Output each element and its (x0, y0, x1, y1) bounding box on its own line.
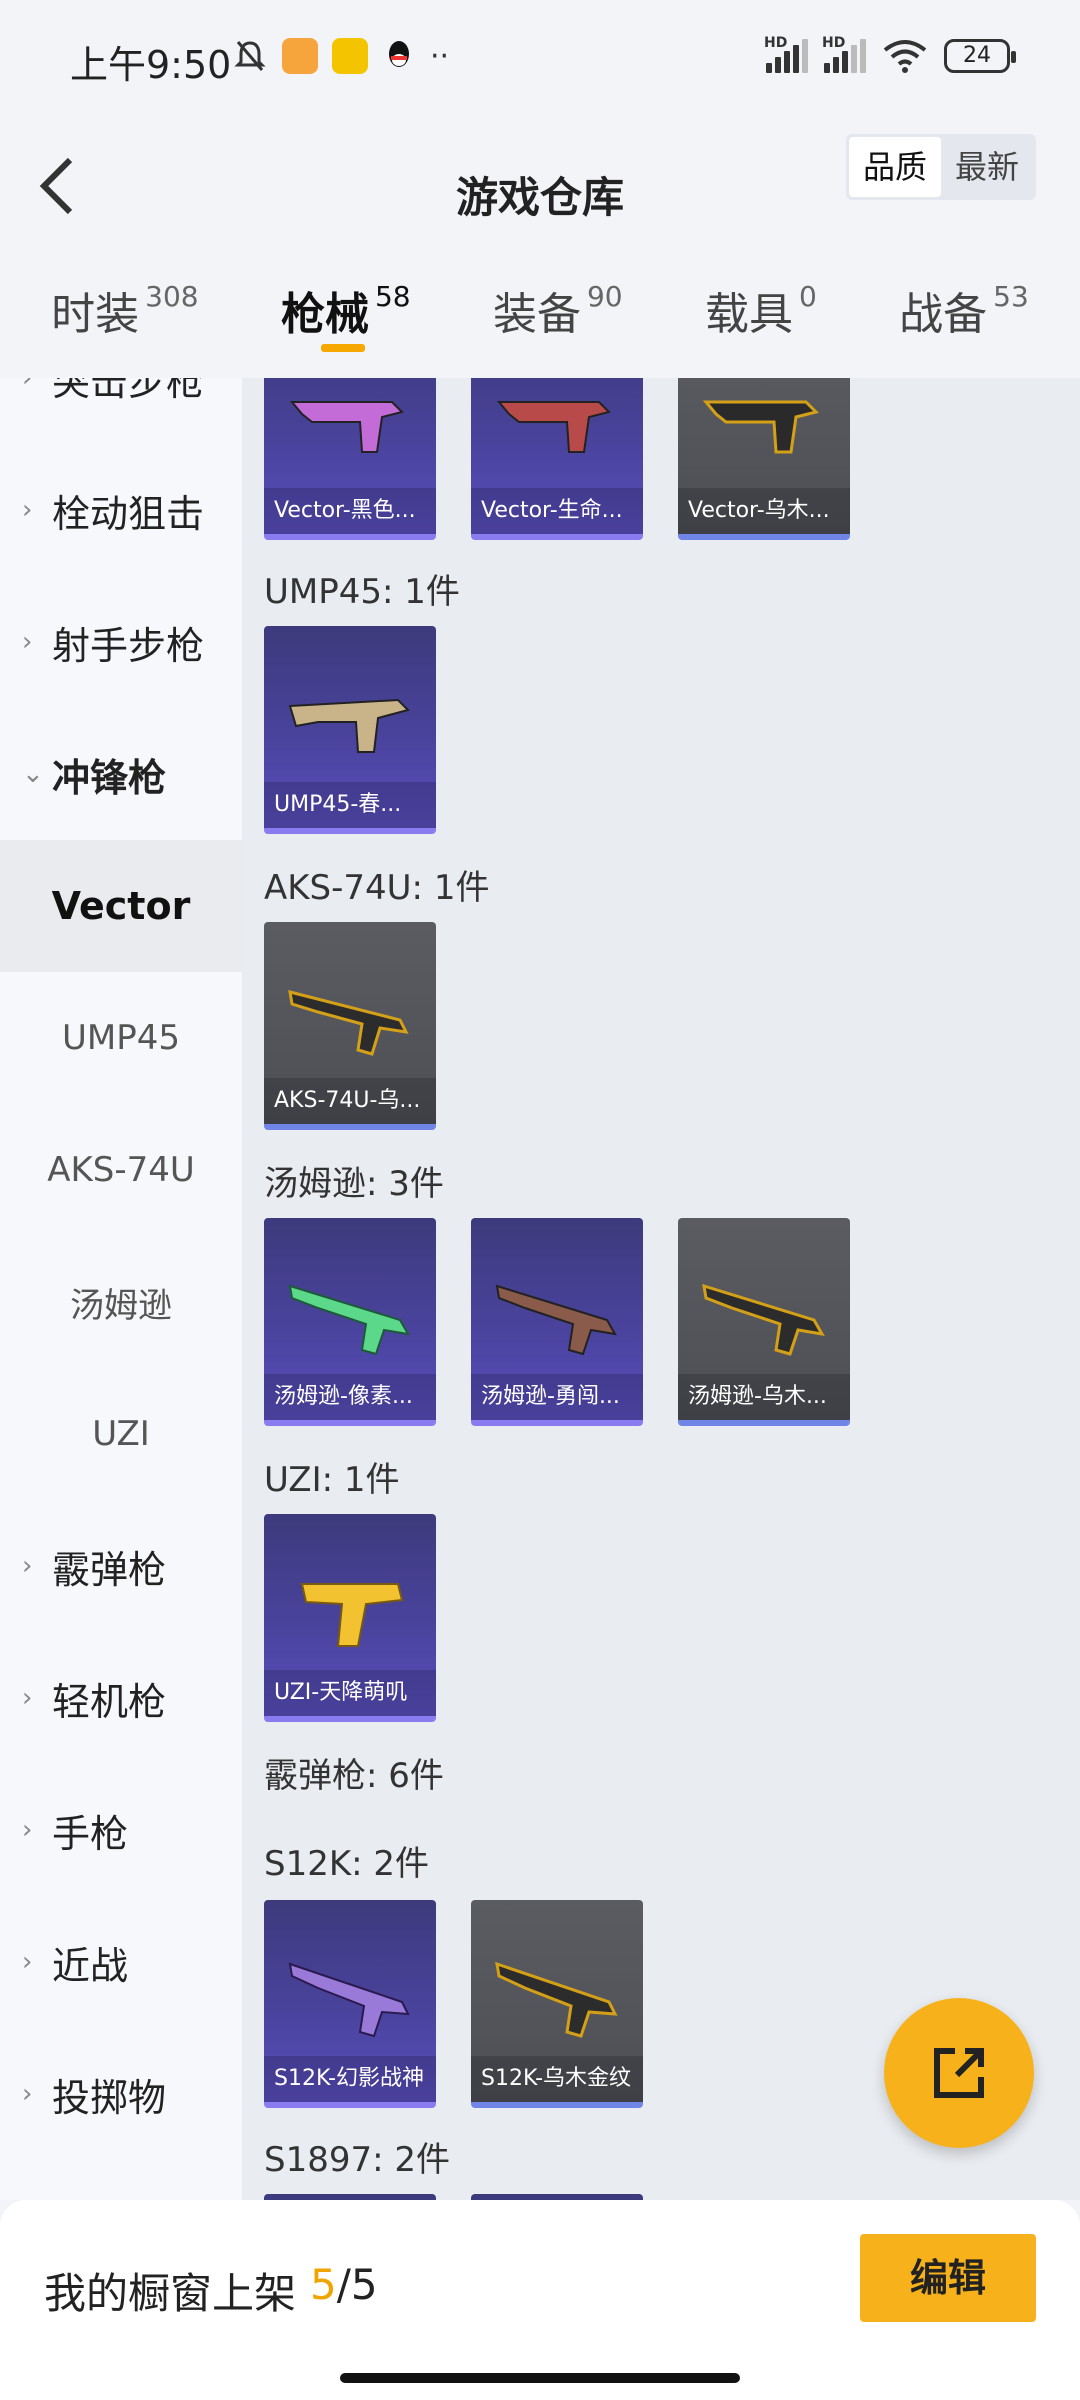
chevron-right-icon: › (22, 1683, 33, 1713)
chevron-right-icon: › (22, 627, 33, 657)
sidebar-item-marksman-rifle[interactable]: › 射手步枪 (0, 576, 242, 708)
sort-option-quality[interactable]: 品质 (848, 137, 941, 197)
edit-button[interactable]: 编辑 (860, 2234, 1036, 2322)
sidebar-item-bolt-sniper[interactable]: › 栓动狙击 (0, 444, 242, 576)
section-title-uzi: UZI: 1件 (264, 1460, 400, 1500)
weapon-image (702, 1283, 825, 1356)
weapon-image (496, 401, 611, 453)
item-card[interactable]: Vector-黑色... (264, 378, 436, 540)
chevron-right-icon: › (22, 495, 33, 525)
chevron-down-icon: ⌄ (22, 759, 44, 789)
weapon-image (495, 1284, 617, 1356)
weapon-image (702, 400, 819, 454)
app-notification-icon (332, 38, 368, 74)
weapon-category-sidebar: › 突击步枪 › 栓动狙击 › 射手步枪 ⌄ 冲锋枪 Vector UMP45 … (0, 378, 242, 2200)
tab-equipment[interactable]: 装备 90 (493, 260, 623, 378)
weapon-grid: Vector-黑色... Vector-生命... Vector-乌木... U… (242, 378, 1080, 2200)
sidebar-sub-ump45[interactable]: UMP45 (0, 972, 242, 1104)
share-button[interactable] (884, 1998, 1034, 2148)
system-icons: HD HD 24 (764, 35, 1016, 74)
item-card[interactable]: 汤姆逊-勇闯... (471, 1218, 643, 1426)
weapon-image (288, 1962, 410, 2038)
sidebar-item-pistol[interactable]: › 手枪 (0, 1764, 242, 1896)
chevron-right-icon: › (22, 2079, 33, 2109)
status-bar: 上午9:50 ·· HD HD 24 (0, 0, 1080, 120)
app-notification-icon (282, 38, 318, 74)
showcase-bar: 我的橱窗上架 5 /5 编辑 (0, 2200, 1080, 2400)
tab-supplies[interactable]: 战备 53 (899, 260, 1029, 378)
bell-off-icon (234, 41, 266, 71)
sidebar-sub-uzi[interactable]: UZI (0, 1368, 242, 1500)
sidebar-item-smg[interactable]: ⌄ 冲锋枪 (0, 708, 242, 840)
more-icon: ·· (430, 38, 450, 74)
battery-icon: 24 (944, 39, 1016, 73)
section-title-thompson: 汤姆逊: 3件 (264, 1164, 444, 1204)
tab-vehicles[interactable]: 载具 0 (705, 260, 817, 378)
tab-fashion[interactable]: 时装 308 (51, 260, 198, 378)
section-title-ump45: UMP45: 1件 (264, 572, 460, 612)
active-tab-indicator (320, 344, 365, 352)
sidebar-sub-vector[interactable]: Vector (0, 840, 242, 972)
section-title-s1897: S1897: 2件 (264, 2140, 451, 2180)
chevron-right-icon: › (22, 1815, 33, 1845)
home-indicator[interactable] (340, 2373, 740, 2383)
weapon-image (495, 1961, 618, 2038)
notification-icons: ·· (232, 38, 449, 74)
section-title-aks74u: AKS-74U: 1件 (264, 868, 490, 908)
showcase-count: 5 (310, 2260, 337, 2309)
sidebar-item-assault-rifle[interactable]: › 突击步枪 (0, 378, 242, 444)
signal-icon: HD (764, 35, 808, 73)
qq-icon (389, 41, 409, 67)
showcase-status: 我的橱窗上架 5 /5 (44, 2260, 378, 2321)
category-tabs: 时装 308 枪械 58 装备 90 载具 0 战备 53 (0, 260, 1080, 378)
section-title-s12k: S12K: 2件 (264, 1844, 430, 1884)
sidebar-item-shotgun[interactable]: › 霰弹枪 (0, 1500, 242, 1632)
weapon-image (289, 401, 404, 453)
weapon-image (288, 698, 410, 753)
chevron-right-icon: › (22, 1551, 33, 1581)
showcase-total: /5 (336, 2260, 378, 2309)
sort-option-newest[interactable]: 最新 (941, 137, 1033, 197)
signal-icon: HD (822, 35, 866, 73)
item-card[interactable]: Vector-生命... (471, 378, 643, 540)
weapon-image (288, 1284, 410, 1356)
item-card[interactable]: UMP45-春... (264, 626, 436, 834)
header: 游戏仓库 品质 最新 (0, 120, 1080, 260)
sidebar-sub-thompson[interactable]: 汤姆逊 (0, 1236, 242, 1368)
weapon-image (300, 1583, 404, 1647)
item-card[interactable]: S12K-幻影战神 (264, 1900, 436, 2108)
tab-firearms[interactable]: 枪械 58 (281, 260, 411, 378)
chevron-right-icon: › (22, 1947, 33, 1977)
section-title-shotgun: 霰弹枪: 6件 (264, 1756, 444, 1796)
sidebar-item-throwable[interactable]: › 投掷物 (0, 2028, 242, 2160)
weapon-image (288, 989, 409, 1056)
item-card[interactable]: S12K-乌木金纹 (471, 1900, 643, 2108)
sort-toggle[interactable]: 品质 最新 (845, 134, 1036, 200)
sidebar-sub-aks74u[interactable]: AKS-74U (0, 1104, 242, 1236)
item-card[interactable]: AKS-74U-乌... (264, 922, 436, 1130)
item-card[interactable]: 汤姆逊-乌木... (678, 1218, 850, 1426)
status-time: 上午9:50 (70, 43, 232, 87)
item-card[interactable]: Vector-乌木... (678, 378, 850, 540)
sidebar-item-melee[interactable]: › 近战 (0, 1896, 242, 2028)
item-card[interactable]: UZI-天降萌叽 (264, 1514, 436, 1722)
chevron-right-icon: › (22, 378, 33, 393)
sidebar-item-lmg[interactable]: › 轻机枪 (0, 1632, 242, 1764)
share-icon (934, 2048, 984, 2098)
item-card[interactable]: 汤姆逊-像素... (264, 1218, 436, 1426)
wifi-icon (883, 40, 927, 73)
